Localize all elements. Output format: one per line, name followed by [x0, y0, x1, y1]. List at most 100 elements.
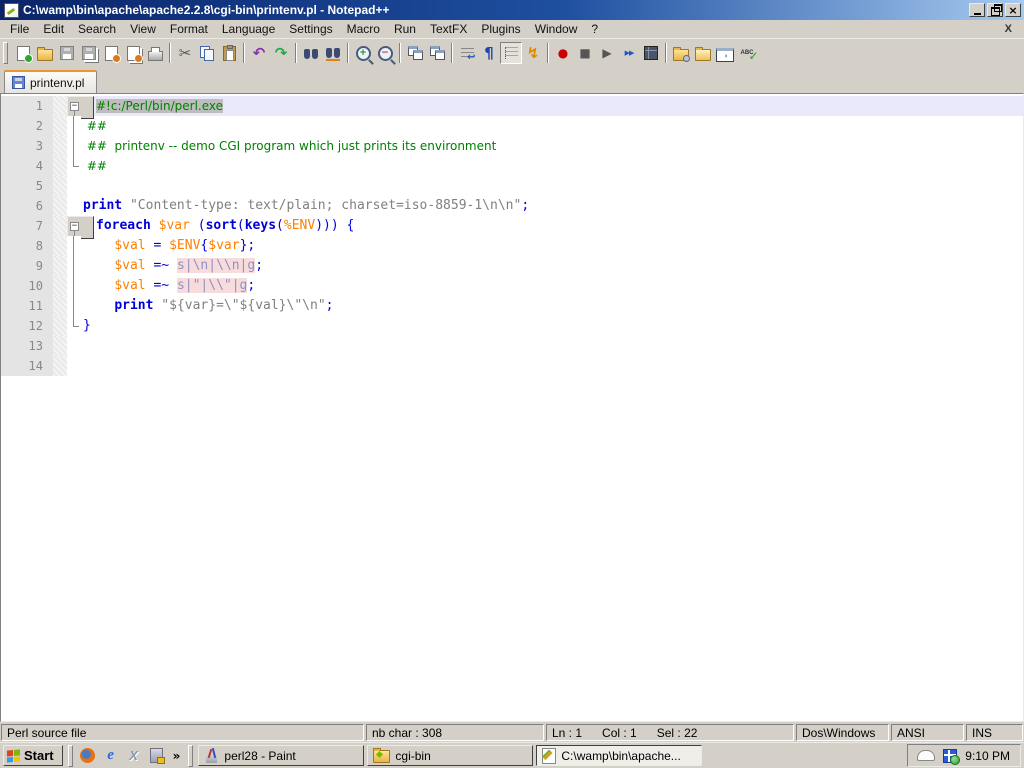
bookmark-margin	[53, 336, 67, 356]
toolbar-separator	[399, 43, 401, 63]
editor-line[interactable]: 8 $val = $ENV{$var};	[1, 236, 1023, 256]
toolbar-zoom-in-button[interactable]: +	[352, 42, 374, 64]
menu-item-help[interactable]: ?	[584, 21, 605, 37]
toolbar-spell-check-button[interactable]: ABC	[736, 42, 758, 64]
toolbar-sync-horizontal-scrolling-button[interactable]	[426, 42, 448, 64]
toolbar-zoom-out-button[interactable]: −	[374, 42, 396, 64]
editor-line[interactable]: 14	[1, 356, 1023, 376]
fold-margin	[67, 336, 81, 356]
task-button-paint[interactable]: perl28 - Paint	[198, 745, 364, 766]
toolbar-sync-vertical-scrolling-button[interactable]	[404, 42, 426, 64]
task-button-cgi-bin[interactable]: cgi-bin	[367, 745, 533, 766]
start-label: Start	[24, 748, 54, 763]
editor-line[interactable]: 13	[1, 336, 1023, 356]
macro-save-icon	[644, 46, 658, 60]
menu-item-search[interactable]: Search	[71, 21, 123, 37]
toolbar-print-button[interactable]	[144, 42, 166, 64]
toolbar-close-file-button[interactable]	[100, 42, 122, 64]
editor-line[interactable]: 5	[1, 176, 1023, 196]
tab-printenv.pl[interactable]: printenv.pl	[4, 70, 97, 93]
editor-line[interactable]: 7foreach $var (sort(keys(%ENV))) {	[1, 216, 1023, 236]
toolbar-open-file-button[interactable]	[34, 42, 56, 64]
menu-item-format[interactable]: Format	[163, 21, 215, 37]
show-all-characters-icon: ¶	[484, 46, 494, 61]
quick-launch-ie-button[interactable]: e	[101, 746, 121, 766]
toolbar-save-file-button[interactable]	[56, 42, 78, 64]
start-button[interactable]: Start	[3, 745, 63, 766]
toolbar-cut-button[interactable]: ✂	[174, 42, 196, 64]
menu-item-file[interactable]: File	[3, 21, 36, 37]
titlebar: C:\wamp\bin\apache\apache2.2.8\cgi-bin\p…	[0, 0, 1024, 20]
editor-line[interactable]: 9 $val =~ s|\n|\\n|g;	[1, 256, 1023, 276]
editor-line[interactable]: 12}	[1, 316, 1023, 336]
close-button[interactable]: ×	[1005, 3, 1021, 17]
gauge-tray-icon[interactable]	[917, 750, 935, 761]
restore-button[interactable]	[987, 3, 1003, 17]
code-text	[81, 176, 1023, 196]
editor[interactable]: 1#!c:/Perl/bin/perl.exe2 ##3 ## printenv…	[0, 93, 1024, 722]
quick-launch-server-button[interactable]	[147, 746, 167, 766]
code-text: print "Content-type: text/plain; charset…	[81, 196, 1023, 216]
toolbar-find-button[interactable]	[300, 42, 322, 64]
fold-margin	[67, 316, 81, 336]
toolbar-macro-save-button[interactable]	[640, 42, 662, 64]
toolbar-open-in-explorer-button[interactable]	[692, 42, 714, 64]
toolbar-show-all-characters-button[interactable]: ¶	[478, 42, 500, 64]
code-segment: keys	[245, 218, 276, 233]
menu-item-settings[interactable]: Settings	[282, 21, 339, 37]
line-number: 10	[1, 276, 53, 296]
toolbar-indent-guide-button[interactable]	[500, 42, 522, 64]
menu-item-plugins[interactable]: Plugins	[474, 21, 527, 37]
quick-launch-firefox-button[interactable]	[78, 746, 98, 766]
minimize-button[interactable]	[969, 3, 985, 17]
editor-line[interactable]: 11 print "${var}=\"${val}\"\n";	[1, 296, 1023, 316]
paint-icon	[204, 749, 219, 763]
status-cursor-position: Ln : 1 Col : 1 Sel : 22	[546, 724, 794, 741]
toolbar-word-wrap-button[interactable]	[456, 42, 478, 64]
toolbar-undo-button[interactable]: ↶	[248, 42, 270, 64]
toolbar-save-all-button[interactable]	[78, 42, 100, 64]
editor-line[interactable]: 2 ##	[1, 116, 1023, 136]
menu-item-textfx[interactable]: TextFX	[423, 21, 474, 37]
toolbar-open-containing-folder-button[interactable]	[670, 42, 692, 64]
editor-line[interactable]: 10 $val =~ s|"|\\"|g;	[1, 276, 1023, 296]
folder-icon	[373, 750, 390, 763]
menubar-close-file-button[interactable]: X	[996, 23, 1021, 35]
toolbar-function-completion-button[interactable]: ↯	[522, 42, 544, 64]
toolbar-replace-button[interactable]	[322, 42, 344, 64]
toolbar-copy-button[interactable]	[196, 42, 218, 64]
notepadpp-window: C:\wamp\bin\apache\apache2.2.8\cgi-bin\p…	[0, 0, 1024, 768]
menu-item-language[interactable]: Language	[215, 21, 282, 37]
taskbar-grip[interactable]	[68, 745, 73, 767]
quick-launch-overflow-button[interactable]: »	[170, 749, 184, 763]
menu-item-view[interactable]: View	[123, 21, 163, 37]
open-containing-folder-icon	[673, 49, 689, 61]
editor-line[interactable]: 1#!c:/Perl/bin/perl.exe	[1, 96, 1023, 116]
editor-line[interactable]: 4 ##	[1, 156, 1023, 176]
restore-icon	[991, 7, 1000, 16]
toolbar-grip[interactable]	[3, 42, 8, 64]
quick-launch-xtool-button[interactable]: X	[124, 746, 144, 766]
toolbar-macro-play-button[interactable]: ▶	[596, 42, 618, 64]
toolbar-new-file-button[interactable]	[12, 42, 34, 64]
task-button-notepadpp[interactable]: C:\wamp\bin\apache...	[536, 745, 702, 766]
menu-item-macro[interactable]: Macro	[340, 21, 387, 37]
toolbar-macro-record-button[interactable]: ●	[552, 42, 574, 64]
toolbar-close-all-button[interactable]	[122, 42, 144, 64]
line-number: 2	[1, 116, 53, 136]
update-tray-icon[interactable]	[943, 749, 957, 763]
toolbar-paste-button[interactable]	[218, 42, 240, 64]
toolbar-redo-button[interactable]: ↷	[270, 42, 292, 64]
menu-item-edit[interactable]: Edit	[36, 21, 71, 37]
menu-item-run[interactable]: Run	[387, 21, 423, 37]
taskbar-grip[interactable]	[188, 745, 193, 767]
toolbar-macro-run-multiple-button[interactable]: ▶▶	[618, 42, 640, 64]
editor-line[interactable]: 3 ## printenv -- demo CGI program which …	[1, 136, 1023, 156]
editor-line[interactable]: 6print "Content-type: text/plain; charse…	[1, 196, 1023, 216]
menu-item-window[interactable]: Window	[528, 21, 585, 37]
toolbar-macro-stop-button[interactable]: ■	[574, 42, 596, 64]
macro-run-multiple-icon: ▶▶	[625, 50, 634, 57]
indent-guide-icon	[505, 47, 518, 59]
replace-icon	[326, 48, 340, 61]
toolbar-launch-console-button[interactable]: ›	[714, 42, 736, 64]
